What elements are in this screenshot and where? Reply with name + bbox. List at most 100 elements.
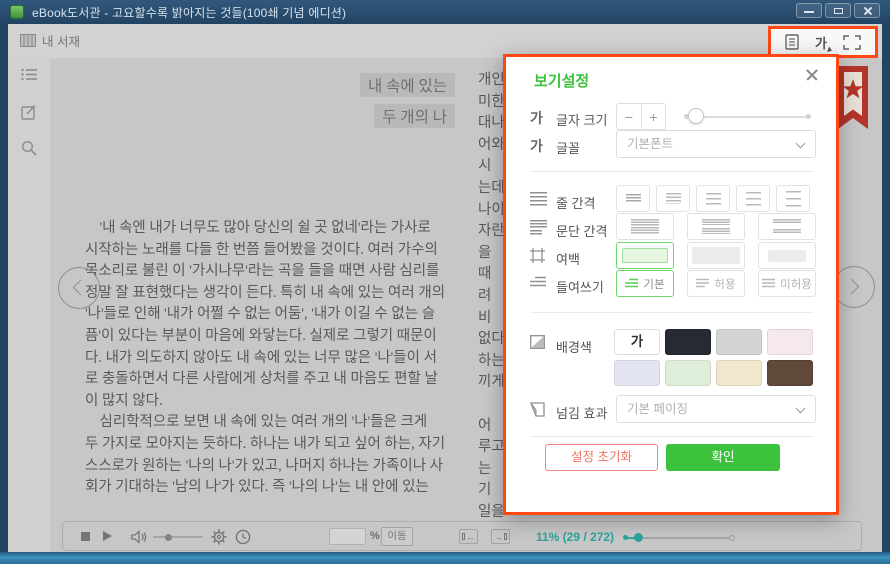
margin-option-2[interactable] bbox=[687, 242, 745, 269]
line-spacing-option-3[interactable] bbox=[696, 185, 730, 212]
library-icon bbox=[20, 34, 36, 47]
chevron-down-icon bbox=[796, 139, 806, 149]
bg-swatch-beige[interactable] bbox=[716, 360, 762, 386]
paragraph-spacing-label: 문단 간격 bbox=[556, 221, 607, 240]
line-spacing-option-2[interactable] bbox=[656, 185, 690, 212]
margin-option-3[interactable] bbox=[758, 242, 816, 269]
bookmark-ribbon-icon bbox=[838, 66, 868, 136]
minimize-icon bbox=[804, 11, 814, 13]
app-icon bbox=[10, 5, 24, 19]
page-view-icon bbox=[785, 34, 799, 50]
confirm-button[interactable]: 확인 bbox=[666, 444, 780, 471]
font-family-label: 글꼴 bbox=[556, 138, 580, 157]
paragraph-spacing-option-2[interactable] bbox=[687, 213, 745, 240]
font-settings-button[interactable]: 가 bbox=[815, 33, 827, 52]
maximize-icon bbox=[834, 8, 843, 14]
volume-slider-handle[interactable] bbox=[165, 534, 172, 541]
window-title: eBook도서관 - 고요할수록 밝아지는 것들(100쇄 기념 에디션) bbox=[32, 4, 346, 21]
line-spacing-label: 줄 간격 bbox=[556, 193, 596, 212]
indent-icon bbox=[530, 276, 546, 292]
gear-icon bbox=[211, 529, 227, 545]
font-size-decrease-button[interactable]: − bbox=[616, 103, 641, 130]
paragraph-spacing-option-1[interactable] bbox=[616, 213, 674, 240]
bookmark-button[interactable] bbox=[838, 66, 868, 141]
goto-button[interactable]: 이동 bbox=[381, 527, 413, 546]
book-right-column-text: 개인 미한 대나 어와 시 는데 나이 자란 을 때 려 비 없다 하는 끼게 … bbox=[478, 70, 505, 520]
volume-button[interactable] bbox=[131, 530, 148, 549]
line-spacing-option-4[interactable] bbox=[736, 185, 770, 212]
font-size-label: 글자 크기 bbox=[556, 110, 607, 129]
chapter-title-line: 내 속에 있는 bbox=[360, 73, 455, 97]
speaker-icon bbox=[131, 530, 148, 544]
bg-swatch-green[interactable] bbox=[665, 360, 711, 386]
line-spacing-option-5[interactable] bbox=[776, 185, 810, 212]
progress-track[interactable] bbox=[643, 537, 729, 539]
toc-button[interactable] bbox=[21, 68, 38, 86]
titlebar: eBook도서관 - 고요할수록 밝아지는 것들(100쇄 기념 에디션) bbox=[0, 0, 890, 24]
bg-swatch-lavender[interactable] bbox=[614, 360, 660, 386]
volume-slider[interactable] bbox=[153, 536, 203, 538]
indent-option-allow[interactable]: 허용 bbox=[687, 270, 745, 297]
next-page-button[interactable] bbox=[833, 266, 875, 308]
prev-page-button[interactable] bbox=[58, 267, 100, 309]
fullscreen-button[interactable] bbox=[843, 35, 861, 50]
bg-swatch-brown[interactable] bbox=[767, 360, 813, 386]
app-window: eBook도서관 - 고요할수록 밝아지는 것들(100쇄 기념 에디션) 내 … bbox=[0, 0, 890, 564]
bg-swatch-dark[interactable] bbox=[665, 329, 711, 355]
reading-timer-button[interactable] bbox=[235, 529, 251, 550]
jump-to-start-button[interactable]: ← bbox=[459, 529, 478, 544]
font-size-stepper: − + bbox=[616, 103, 666, 130]
line-spacing-option-1[interactable] bbox=[616, 185, 650, 212]
panel-close-button[interactable] bbox=[804, 67, 820, 83]
note-button[interactable] bbox=[21, 104, 37, 125]
page-percent-input[interactable] bbox=[329, 528, 366, 545]
view-settings-panel: 보기설정 가 글자 크기 − + 가 글꼴 기본폰트 bbox=[506, 57, 836, 512]
chevron-right-icon bbox=[844, 279, 860, 295]
paragraph-spacing-icon bbox=[530, 220, 547, 235]
margin-label: 여백 bbox=[556, 249, 580, 268]
line-spacing-icon bbox=[530, 192, 547, 206]
left-sidebar bbox=[8, 58, 50, 552]
stop-button[interactable] bbox=[81, 532, 90, 541]
chapter-title-line: 두 개의 나 bbox=[374, 104, 455, 128]
note-icon bbox=[21, 104, 37, 120]
search-button[interactable] bbox=[21, 140, 37, 161]
page-effect-select[interactable]: 기본 페이징 bbox=[616, 395, 816, 423]
background-color-icon bbox=[530, 335, 545, 352]
margin-option-1-selected[interactable] bbox=[616, 242, 674, 269]
indent-option-disallow[interactable]: 미허용 bbox=[758, 270, 816, 297]
jump-start-icon bbox=[462, 533, 465, 540]
chapter-title: 내 속에 있는 두 개의 나 bbox=[50, 73, 455, 135]
player-bar: % 이동 ← → 11% (29 / 272) bbox=[62, 521, 862, 551]
page-view-button[interactable] bbox=[785, 34, 799, 50]
minimize-button[interactable] bbox=[796, 3, 822, 18]
top-toolbar: 내 서재 가 bbox=[8, 24, 882, 58]
close-button[interactable] bbox=[854, 3, 880, 18]
paragraph-spacing-option-3[interactable] bbox=[758, 213, 816, 240]
font-size-slider[interactable] bbox=[686, 116, 808, 118]
bg-swatch-pink[interactable] bbox=[767, 329, 813, 355]
play-button[interactable] bbox=[103, 531, 112, 541]
jump-to-end-button[interactable]: → bbox=[491, 529, 510, 544]
reset-settings-button[interactable]: 설정 초기화 bbox=[545, 444, 658, 471]
my-library-button[interactable]: 내 서재 bbox=[20, 31, 80, 50]
indent-label: 들여쓰기 bbox=[556, 277, 604, 296]
tts-settings-button[interactable] bbox=[211, 529, 227, 550]
bg-swatch-white[interactable]: 가 bbox=[614, 329, 660, 355]
font-settings-icon: 가 bbox=[815, 33, 827, 52]
maximize-button[interactable] bbox=[825, 3, 851, 18]
font-family-icon: 가 bbox=[530, 136, 543, 156]
indent-option-default-selected[interactable]: 기본 bbox=[616, 270, 674, 297]
book-body-text: '내 속엔 내가 너무도 많아 당신의 쉴 곳 없네'라는 가사로 시작하는 노… bbox=[85, 218, 481, 499]
progress-slider-handle[interactable] bbox=[634, 533, 643, 542]
font-family-select[interactable]: 기본폰트 bbox=[616, 130, 816, 158]
fullscreen-icon bbox=[843, 35, 861, 50]
font-size-icon: 가 bbox=[530, 108, 543, 128]
search-icon bbox=[21, 140, 37, 156]
font-size-increase-button[interactable]: + bbox=[641, 103, 666, 130]
progress-text: 11% (29 / 272) bbox=[536, 530, 614, 544]
bg-swatch-gray[interactable] bbox=[716, 329, 762, 355]
jump-end-icon bbox=[504, 533, 507, 540]
font-size-slider-handle[interactable] bbox=[688, 108, 704, 124]
page-effect-label: 넘김 효과 bbox=[556, 403, 607, 422]
